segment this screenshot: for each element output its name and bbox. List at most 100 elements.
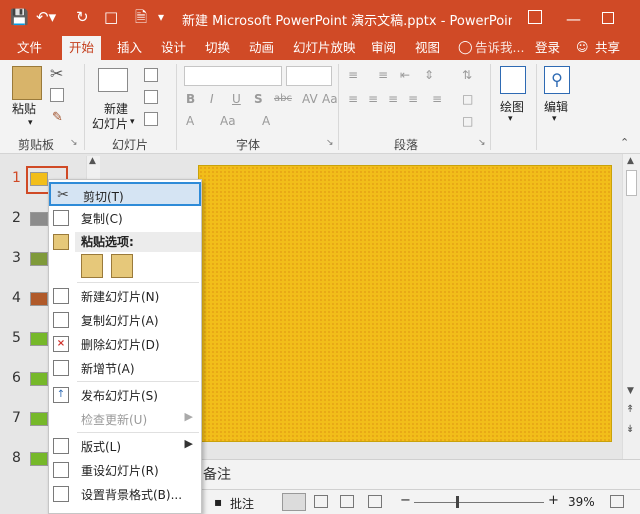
section-icon[interactable] bbox=[144, 112, 158, 126]
paste-use-destination-theme-icon[interactable] bbox=[81, 254, 103, 278]
slide-thumbnail[interactable] bbox=[30, 292, 48, 306]
find-magnifier-icon[interactable]: ⚲ bbox=[544, 66, 570, 94]
character-spacing-icon[interactable]: AV bbox=[302, 92, 318, 106]
font-launcher-icon[interactable]: ↘ bbox=[326, 138, 334, 148]
slide-scrollbar[interactable]: ▲ ▼ ↟ ↡ bbox=[622, 154, 640, 459]
zoom-slider[interactable] bbox=[414, 502, 544, 503]
editing-dropdown-icon[interactable]: ▾ bbox=[552, 114, 557, 124]
strikethrough-icon[interactable]: abc bbox=[274, 93, 292, 104]
tab-slideshow[interactable]: 幻灯片放映 bbox=[286, 36, 363, 60]
italic-icon[interactable]: I bbox=[210, 92, 214, 106]
zoom-level[interactable]: 39% bbox=[568, 495, 595, 509]
tab-animations[interactable]: 动画 bbox=[242, 36, 281, 60]
previous-slide-icon[interactable]: ↟ bbox=[626, 404, 634, 415]
paragraph-launcher-icon[interactable]: ↘ bbox=[478, 138, 486, 148]
zoom-out-icon[interactable]: − bbox=[400, 493, 411, 508]
next-slide-icon[interactable]: ↡ bbox=[626, 424, 634, 435]
font-name-input[interactable] bbox=[184, 66, 282, 86]
underline-icon[interactable]: U bbox=[232, 92, 241, 106]
minimize-icon[interactable]: — bbox=[566, 8, 581, 30]
text-shadow-icon[interactable]: S bbox=[254, 92, 263, 106]
start-from-beginning-icon[interactable]: □ bbox=[104, 6, 118, 28]
slide-thumbnail[interactable] bbox=[30, 172, 48, 186]
zoom-slider-handle[interactable] bbox=[456, 496, 459, 508]
align-text-icon[interactable]: □ bbox=[462, 92, 473, 106]
change-case-icon[interactable]: Aa bbox=[322, 92, 338, 106]
ribbon-display-options-icon[interactable] bbox=[528, 10, 542, 24]
drawing-dropdown-icon[interactable]: ▾ bbox=[508, 114, 513, 124]
share-button[interactable]: 共享 bbox=[588, 36, 627, 60]
slide-canvas[interactable] bbox=[198, 165, 612, 442]
scroll-down-icon[interactable]: ▼ bbox=[627, 386, 634, 396]
sign-in-link[interactable]: 登录 bbox=[528, 36, 567, 60]
redo-icon[interactable]: ↻ bbox=[76, 6, 89, 28]
fit-to-window-icon[interactable] bbox=[610, 495, 624, 508]
new-file-icon[interactable]: 🗎 bbox=[135, 6, 147, 28]
tab-home[interactable]: 开始 bbox=[62, 36, 102, 60]
menu-item-reset-slide[interactable]: 重设幻灯片(R) bbox=[49, 458, 201, 482]
reset-icon[interactable] bbox=[144, 90, 158, 104]
slide-thumbnail[interactable] bbox=[30, 332, 48, 346]
align-center-icon[interactable]: ≡ bbox=[368, 92, 378, 106]
paste-as-picture-icon[interactable] bbox=[111, 254, 133, 278]
decrease-indent-icon[interactable]: ⇤ bbox=[400, 68, 410, 82]
slide-thumbnail[interactable] bbox=[30, 452, 48, 466]
slideshow-view-icon[interactable] bbox=[368, 495, 382, 508]
align-left-icon[interactable]: ≡ bbox=[348, 92, 358, 106]
menu-item-copy[interactable]: 复制(C) bbox=[49, 206, 201, 230]
maximize-icon[interactable] bbox=[602, 12, 614, 24]
new-slide-icon[interactable] bbox=[98, 68, 128, 92]
copy-icon[interactable] bbox=[50, 88, 64, 102]
scrollbar-thumb[interactable] bbox=[626, 170, 637, 196]
menu-item-publish-slides[interactable]: ↑ 发布幻灯片(S) bbox=[49, 383, 201, 407]
layout-icon[interactable] bbox=[144, 68, 158, 82]
slide-sorter-view-icon[interactable] bbox=[314, 495, 328, 508]
undo-icon[interactable]: ↶▾ bbox=[36, 6, 56, 28]
collapse-ribbon-icon[interactable]: ⌃ bbox=[620, 136, 629, 149]
slide-thumbnail[interactable] bbox=[30, 372, 48, 386]
editing-button[interactable]: 编辑 bbox=[544, 98, 568, 115]
bullets-icon[interactable]: ≡ bbox=[348, 68, 358, 82]
scroll-up-icon[interactable]: ▲ bbox=[89, 156, 96, 166]
save-icon[interactable]: 💾 bbox=[10, 6, 29, 28]
new-slide-label-2[interactable]: 幻灯片 bbox=[92, 115, 128, 132]
drawing-shapes-icon[interactable] bbox=[500, 66, 526, 94]
customize-qat-icon[interactable]: ▾ bbox=[158, 6, 164, 28]
menu-item-add-section[interactable]: 新增节(A) bbox=[49, 356, 201, 380]
scroll-up-icon[interactable]: ▲ bbox=[627, 156, 634, 166]
menu-item-check-updates[interactable]: 检查更新(U) ▶ bbox=[49, 407, 201, 431]
tell-me-search[interactable]: 告诉我... bbox=[468, 36, 531, 60]
zoom-in-icon[interactable]: + bbox=[548, 493, 559, 508]
menu-item-new-slide[interactable]: 新建幻灯片(N) bbox=[49, 284, 201, 308]
bold-icon[interactable]: B bbox=[186, 92, 195, 106]
clear-formatting-icon[interactable]: A bbox=[262, 114, 270, 128]
numbering-icon[interactable]: ≡ bbox=[378, 68, 388, 82]
tab-file[interactable]: 文件 bbox=[10, 36, 49, 60]
columns-icon[interactable]: ≡ bbox=[432, 92, 442, 106]
comment-icon[interactable]: ▪ bbox=[214, 495, 222, 509]
menu-item-duplicate-slide[interactable]: 复制幻灯片(A) bbox=[49, 308, 201, 332]
comments-button[interactable]: 批注 bbox=[230, 495, 254, 512]
align-right-icon[interactable]: ≡ bbox=[388, 92, 398, 106]
paste-dropdown-icon[interactable]: ▾ bbox=[28, 118, 33, 128]
paste-button[interactable]: 粘贴 bbox=[12, 100, 36, 117]
normal-view-icon[interactable] bbox=[282, 493, 306, 511]
slide-thumbnail[interactable] bbox=[30, 252, 48, 266]
text-direction-icon[interactable]: ⇅ bbox=[462, 68, 472, 82]
tab-insert[interactable]: 插入 bbox=[110, 36, 149, 60]
smartart-icon[interactable]: □ bbox=[462, 114, 473, 128]
font-size-dropdown-icon[interactable]: Aa bbox=[220, 114, 236, 128]
reading-view-icon[interactable] bbox=[340, 495, 354, 508]
drawing-button[interactable]: 绘图 bbox=[500, 98, 524, 115]
justify-icon[interactable]: ≡ bbox=[408, 92, 418, 106]
format-painter-icon[interactable]: ✎ bbox=[52, 110, 63, 125]
slide-thumbnail[interactable] bbox=[30, 212, 48, 226]
line-spacing-icon[interactable]: ⇕ bbox=[424, 68, 434, 82]
clipboard-launcher-icon[interactable]: ↘ bbox=[70, 138, 78, 148]
slide-thumbnail[interactable] bbox=[30, 412, 48, 426]
tab-view[interactable]: 视图 bbox=[408, 36, 447, 60]
tab-transitions[interactable]: 切换 bbox=[198, 36, 237, 60]
menu-item-format-background[interactable]: 设置背景格式(B)... bbox=[49, 482, 201, 506]
cut-icon[interactable]: ✂ bbox=[50, 64, 63, 83]
font-size-input[interactable] bbox=[286, 66, 332, 86]
